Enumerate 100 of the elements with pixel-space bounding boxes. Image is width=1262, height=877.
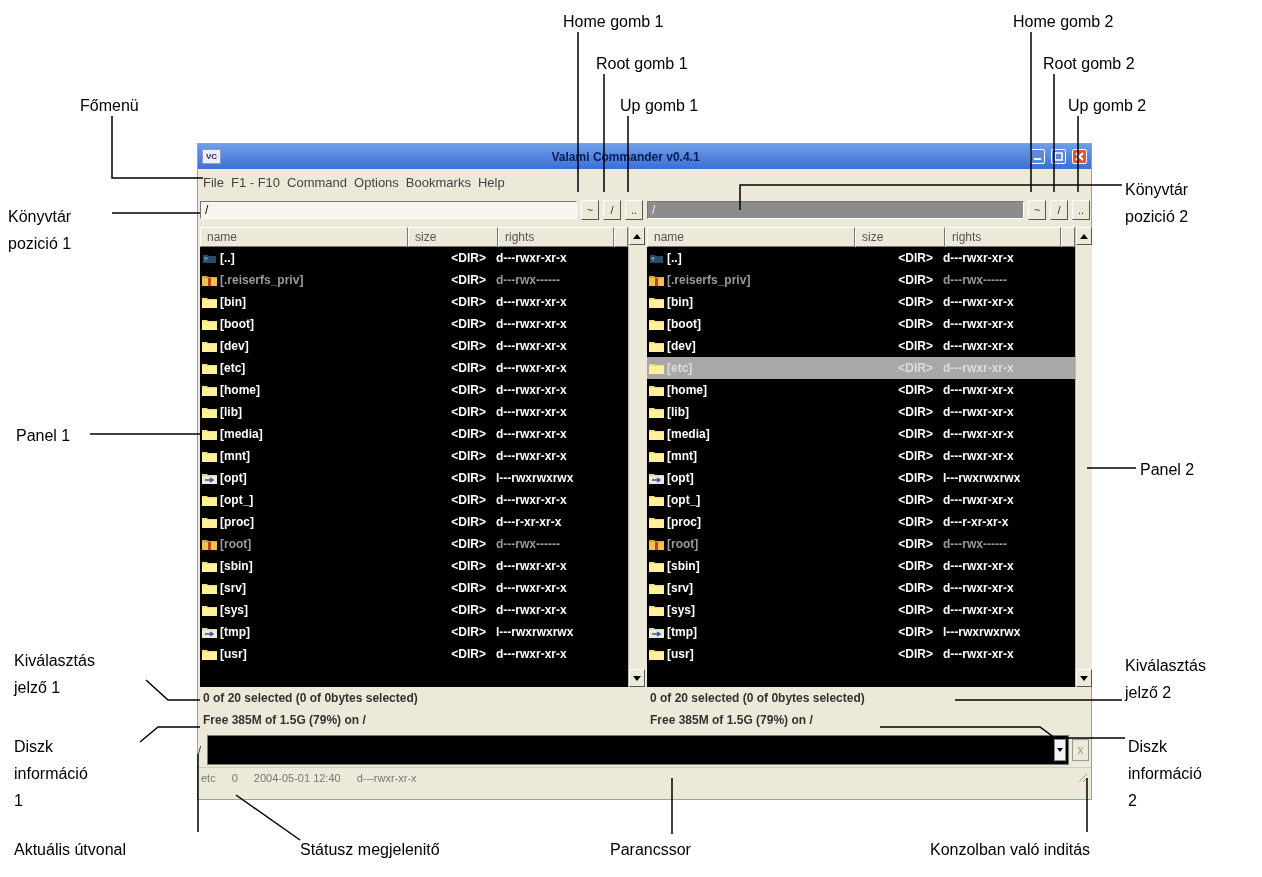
file-row[interactable]: [sbin] <DIR> d---rwxr-xr-x — [200, 555, 628, 577]
file-row[interactable]: [..] <DIR> d---rwxr-xr-x — [200, 247, 628, 269]
file-row[interactable]: [lib] <DIR> d---rwxr-xr-x — [200, 401, 628, 423]
file-rights: d---rwxr-xr-x — [496, 295, 568, 309]
file-rights: d---rwxr-xr-x — [943, 581, 1015, 595]
file-row[interactable]: [sys] <DIR> d---rwxr-xr-x — [200, 599, 628, 621]
file-name: [boot] — [667, 317, 702, 331]
file-row[interactable]: [tmp] <DIR> l---rwxrwxrwx — [200, 621, 628, 643]
file-row[interactable]: [home] <DIR> d---rwxr-xr-x — [647, 379, 1075, 401]
file-row[interactable]: [dev] <DIR> d---rwxr-xr-x — [647, 335, 1075, 357]
file-row[interactable]: [opt] <DIR> l---rwxrwxrwx — [200, 467, 628, 489]
file-rights: l---rwxrwxrwx — [943, 625, 1022, 639]
file-row[interactable]: [bin] <DIR> d---rwxr-xr-x — [647, 291, 1075, 313]
menu-item[interactable]: Help — [477, 173, 505, 191]
scrollbar[interactable] — [628, 227, 645, 687]
file-rights: d---rwx------ — [496, 273, 561, 287]
column-header[interactable]: rights — [945, 227, 1061, 247]
root-button[interactable]: / — [603, 200, 621, 220]
scroll-down-icon[interactable] — [629, 669, 645, 687]
callout-label: Up gomb 1 — [620, 96, 700, 116]
file-name: [sys] — [220, 603, 249, 617]
folder-icon — [202, 450, 217, 462]
file-name: [tmp] — [220, 625, 251, 639]
dropdown-icon[interactable] — [1054, 739, 1066, 761]
column-header[interactable] — [1061, 227, 1075, 247]
file-row[interactable]: [.reiserfs_priv] <DIR> d---rwx------ — [200, 269, 628, 291]
file-row[interactable]: [lib] <DIR> d---rwxr-xr-x — [647, 401, 1075, 423]
column-header[interactable]: name — [647, 227, 855, 247]
file-size: <DIR> — [897, 493, 934, 507]
file-size: <DIR> — [897, 251, 934, 265]
file-row[interactable]: [usr] <DIR> d---rwxr-xr-x — [200, 643, 628, 665]
file-row[interactable]: [usr] <DIR> d---rwxr-xr-x — [647, 643, 1075, 665]
menu-item[interactable]: File — [203, 173, 224, 191]
file-name: [sbin] — [220, 559, 254, 573]
file-row[interactable]: [opt] <DIR> l---rwxrwxrwx — [647, 467, 1075, 489]
file-row[interactable]: [mnt] <DIR> d---rwxr-xr-x — [647, 445, 1075, 467]
menu-item[interactable]: Options — [354, 173, 399, 191]
menu-item[interactable]: Command — [287, 173, 348, 191]
file-name: [.reiserfs_priv] — [220, 273, 305, 287]
file-rights: l---rwxrwxrwx — [943, 471, 1022, 485]
link-folder-icon — [202, 472, 217, 484]
locked-folder-icon — [649, 538, 664, 550]
file-row[interactable]: [proc] <DIR> d---r-xr-xr-x — [647, 511, 1075, 533]
callout-label: Home gomb 2 — [1013, 12, 1115, 32]
status-text: d---rwxr-xr-x — [356, 772, 417, 784]
file-name: [root] — [220, 537, 253, 551]
up-button[interactable]: .. — [1072, 200, 1090, 220]
file-row[interactable]: [.reiserfs_priv] <DIR> d---rwx------ — [647, 269, 1075, 291]
file-size: <DIR> — [897, 405, 934, 419]
file-name: [boot] — [220, 317, 255, 331]
path-field[interactable]: / — [200, 201, 577, 219]
root-button[interactable]: / — [1050, 200, 1068, 220]
command-input[interactable] — [207, 735, 1069, 765]
file-row[interactable]: [mnt] <DIR> d---rwxr-xr-x — [200, 445, 628, 467]
file-row[interactable]: [srv] <DIR> d---rwxr-xr-x — [647, 577, 1075, 599]
column-header[interactable] — [614, 227, 628, 247]
file-row[interactable]: [dev] <DIR> d---rwxr-xr-x — [200, 335, 628, 357]
app-icon: VC — [202, 149, 222, 164]
home-button[interactable]: ~ — [581, 200, 599, 220]
scrollbar[interactable] — [1075, 227, 1092, 687]
file-row[interactable]: [..] <DIR> d---rwxr-xr-x — [647, 247, 1075, 269]
scroll-down-icon[interactable] — [1076, 669, 1092, 687]
file-row[interactable]: [opt_] <DIR> d---rwxr-xr-x — [200, 489, 628, 511]
folder-icon — [649, 648, 664, 660]
column-header[interactable]: size — [855, 227, 945, 247]
file-name: [srv] — [667, 581, 694, 595]
file-row[interactable]: [boot] <DIR> d---rwxr-xr-x — [647, 313, 1075, 335]
file-row[interactable]: [tmp] <DIR> l---rwxrwxrwx — [647, 621, 1075, 643]
file-row[interactable]: [srv] <DIR> d---rwxr-xr-x — [200, 577, 628, 599]
file-row[interactable]: [proc] <DIR> d---r-xr-xr-x — [200, 511, 628, 533]
file-row[interactable]: [home] <DIR> d---rwxr-xr-x — [200, 379, 628, 401]
selection-info: 0 of 20 selected (0 of 0bytes selected) — [650, 690, 865, 707]
folder-icon — [649, 340, 664, 352]
file-row[interactable]: [media] <DIR> d---rwxr-xr-x — [647, 423, 1075, 445]
file-row[interactable]: [media] <DIR> d---rwxr-xr-x — [200, 423, 628, 445]
file-name: [media] — [667, 427, 711, 441]
file-row[interactable]: [root] <DIR> d---rwx------ — [200, 533, 628, 555]
up-button[interactable]: .. — [625, 200, 643, 220]
file-row[interactable]: [sys] <DIR> d---rwxr-xr-x — [647, 599, 1075, 621]
menu-item[interactable]: Bookmarks — [405, 173, 471, 191]
column-header[interactable]: name — [200, 227, 408, 247]
column-header[interactable]: size — [408, 227, 498, 247]
menu-item[interactable]: F1 - F10 — [230, 173, 281, 191]
file-rights: d---rwxr-xr-x — [943, 251, 1015, 265]
scroll-up-icon[interactable] — [1076, 227, 1092, 245]
file-row[interactable]: [boot] <DIR> d---rwxr-xr-x — [200, 313, 628, 335]
callout-label: Home gomb 1 — [563, 12, 665, 32]
file-size: <DIR> — [450, 515, 487, 529]
callout-label: Panel 2 — [1140, 460, 1196, 480]
home-button[interactable]: ~ — [1028, 200, 1046, 220]
file-row[interactable]: [sbin] <DIR> d---rwxr-xr-x — [647, 555, 1075, 577]
scroll-up-icon[interactable] — [629, 227, 645, 245]
file-row[interactable]: [root] <DIR> d---rwx------ — [647, 533, 1075, 555]
file-row[interactable]: [opt_] <DIR> d---rwxr-xr-x — [647, 489, 1075, 511]
file-size: <DIR> — [450, 559, 487, 573]
file-rights: d---rwxr-xr-x — [943, 603, 1015, 617]
column-header[interactable]: rights — [498, 227, 614, 247]
resize-grip-icon[interactable] — [1078, 773, 1088, 783]
file-row[interactable]: [etc] <DIR> d---rwxr-xr-x — [200, 357, 628, 379]
file-row[interactable]: [bin] <DIR> d---rwxr-xr-x — [200, 291, 628, 313]
